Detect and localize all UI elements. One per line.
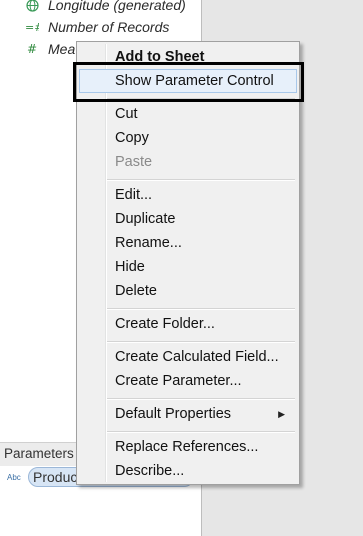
menu-separator <box>107 341 295 343</box>
svg-text:=#: =# <box>25 21 39 33</box>
menu-separator <box>107 179 295 181</box>
globe-icon <box>24 0 40 13</box>
menu-item-cut[interactable]: Cut <box>79 102 297 126</box>
menu-item-label: Edit... <box>115 187 153 203</box>
menu-item-label: Duplicate <box>115 211 176 227</box>
menu-item-label: Describe... <box>115 463 185 479</box>
menu-separator <box>107 308 295 310</box>
menu-item-label: Default Properties <box>115 406 232 422</box>
field-label: Longitude (generated) <box>48 0 186 13</box>
annotation-highlight-box <box>73 62 304 102</box>
menu-item-replace-references[interactable]: Replace References... <box>79 435 297 459</box>
menu-item-delete[interactable]: Delete <box>79 279 297 303</box>
menu-item-create-parameter[interactable]: Create Parameter... <box>79 369 297 393</box>
menu-item-label: Cut <box>115 106 138 122</box>
hash-icon: # <box>24 41 40 57</box>
menu-separator <box>107 431 295 433</box>
menu-item-paste: Paste <box>79 150 297 174</box>
menu-item-label: Replace References... <box>115 439 259 455</box>
menu-item-describe[interactable]: Describe... <box>79 459 297 483</box>
menu-item-create-folder[interactable]: Create Folder... <box>79 312 297 336</box>
measure-hash-icon: =# <box>24 19 40 35</box>
menu-item-default-properties[interactable]: Default Properties ▶ <box>79 402 297 426</box>
svg-text:#: # <box>27 43 37 55</box>
menu-item-label: Create Folder... <box>115 316 215 332</box>
menu-item-hide[interactable]: Hide <box>79 255 297 279</box>
menu-item-label: Delete <box>115 283 157 299</box>
context-menu: Add to Sheet Show Parameter Control Cut … <box>76 41 300 485</box>
string-type-badge: Abc <box>7 473 21 482</box>
menu-item-label: Hide <box>115 259 145 275</box>
menu-item-label: Create Parameter... <box>115 373 242 389</box>
menu-item-rename[interactable]: Rename... <box>79 231 297 255</box>
field-label: Mea <box>48 41 76 57</box>
field-number-of-records[interactable]: =# Number of Records <box>0 17 200 37</box>
menu-item-label: Rename... <box>115 235 182 251</box>
menu-item-label: Create Calculated Field... <box>115 349 279 365</box>
menu-separator <box>107 398 295 400</box>
submenu-arrow-icon: ▶ <box>278 409 285 419</box>
menu-item-duplicate[interactable]: Duplicate <box>79 207 297 231</box>
menu-item-copy[interactable]: Copy <box>79 126 297 150</box>
field-longitude-generated[interactable]: Longitude (generated) <box>0 0 200 15</box>
menu-item-label: Copy <box>115 130 149 146</box>
menu-item-edit[interactable]: Edit... <box>79 183 297 207</box>
menu-item-create-calculated-field[interactable]: Create Calculated Field... <box>79 345 297 369</box>
field-label: Number of Records <box>48 19 170 35</box>
menu-item-label: Paste <box>115 154 153 170</box>
